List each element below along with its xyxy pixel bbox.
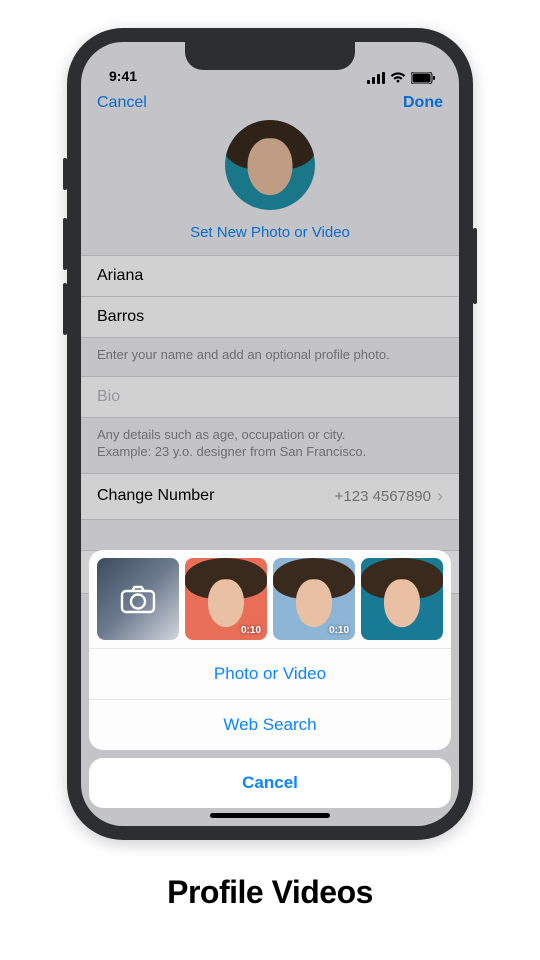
media-thumbnail[interactable]: 0:10 bbox=[273, 558, 355, 640]
video-duration-badge: 0:10 bbox=[241, 625, 261, 636]
camera-thumbnail[interactable] bbox=[97, 558, 179, 640]
volume-down-button bbox=[63, 283, 67, 335]
media-thumbnail[interactable] bbox=[361, 558, 443, 640]
video-duration-badge: 0:10 bbox=[329, 625, 349, 636]
web-search-option[interactable]: Web Search bbox=[89, 699, 451, 750]
mute-switch bbox=[63, 158, 67, 190]
volume-up-button bbox=[63, 218, 67, 270]
photo-or-video-option[interactable]: Photo or Video bbox=[89, 648, 451, 699]
media-thumbnails-row: 0:10 0:10 bbox=[89, 550, 451, 648]
camera-icon bbox=[120, 584, 156, 614]
media-thumbnail[interactable]: 0:10 bbox=[185, 558, 267, 640]
photo-picker-sheet: 0:10 0:10 Photo or Video Web Search Canc… bbox=[89, 550, 451, 808]
sheet-cancel-button[interactable]: Cancel bbox=[89, 758, 451, 808]
notch bbox=[185, 42, 355, 70]
power-button bbox=[473, 228, 477, 304]
home-indicator[interactable] bbox=[210, 813, 330, 818]
sheet-main-group: 0:10 0:10 Photo or Video Web Search bbox=[89, 550, 451, 750]
phone-frame: 9:41 Cancel Done Set New Photo or Video bbox=[67, 28, 473, 840]
page-caption: Profile Videos bbox=[167, 874, 373, 911]
screen: 9:41 Cancel Done Set New Photo or Video bbox=[81, 42, 459, 826]
